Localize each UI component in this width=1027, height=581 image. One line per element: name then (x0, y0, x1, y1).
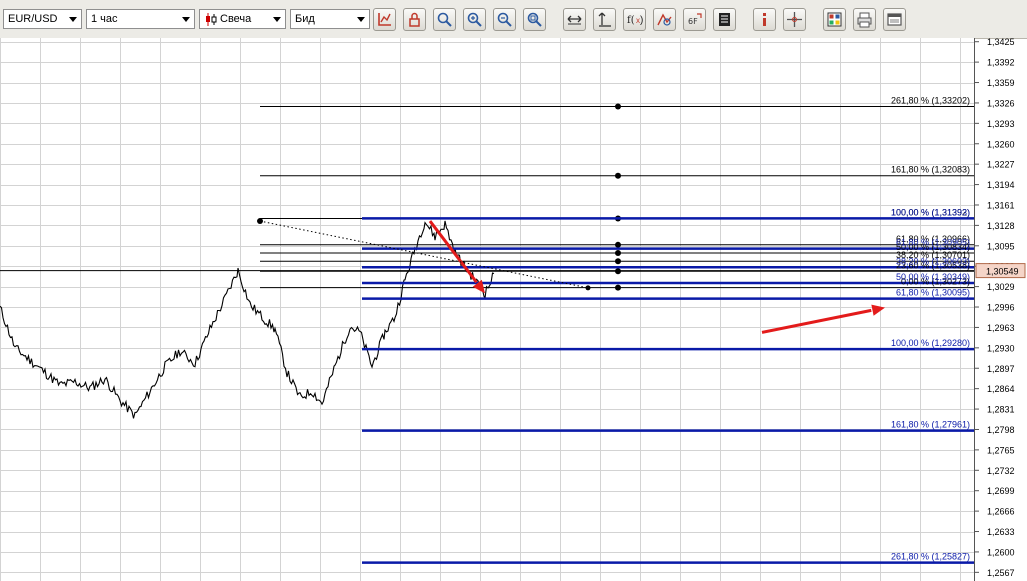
price-tick-label: 1,2831 (987, 405, 1015, 415)
price-tick-label: 1,2930 (987, 343, 1015, 353)
price-tick-label: 1,2765 (987, 445, 1015, 455)
price-tick-label: 1,3359 (987, 78, 1015, 88)
price-tick-label: 1,2567 (987, 568, 1015, 578)
horizontal-scale-button[interactable] (563, 8, 586, 31)
price-tick-label: 1,2897 (987, 364, 1015, 374)
price-tick-label: 1,3425 (987, 38, 1015, 47)
shapes-button[interactable] (653, 8, 676, 31)
price-tick-label: 1,3128 (987, 221, 1015, 231)
fib-lower-level-label: 38,20 % (1,30603) (896, 256, 970, 266)
price-tick-label: 1,3095 (987, 241, 1015, 251)
fib-lower-level-label: 161,80 % (1,27961) (891, 420, 970, 430)
plot-area (0, 38, 974, 581)
indicator-fx-button[interactable]: f(x) (623, 8, 646, 31)
chevron-down-icon (69, 17, 77, 22)
fib-upper-level-label: 261,80 % (1,33202) (891, 96, 970, 106)
window-icon (887, 13, 902, 26)
zoom-icon (437, 12, 452, 27)
fib-lower-level-label: 61,80 % (1,30095) (896, 288, 970, 298)
lock-button[interactable] (403, 8, 426, 31)
fib-upper-level-point (615, 172, 621, 179)
print-button[interactable] (853, 8, 876, 31)
price-tick-label: 1,2996 (987, 303, 1015, 313)
grid-layout-icon (827, 12, 842, 27)
timeframe-select[interactable]: 1 час (86, 9, 195, 29)
zoom-fit-icon (527, 12, 542, 27)
chevron-down-icon (357, 17, 365, 22)
vertical-scale-button[interactable] (593, 8, 616, 31)
fib-upper-level-point (615, 249, 621, 256)
zoom-in-button[interactable] (463, 8, 486, 31)
zoom-in-icon (467, 12, 482, 27)
chart-settings-icon (378, 13, 391, 26)
chevron-down-icon (273, 17, 281, 22)
zoom-out-icon (497, 12, 512, 27)
grid-layout-button[interactable] (823, 8, 846, 31)
price-tick-label: 1,2798 (987, 425, 1015, 435)
candle-icon (206, 13, 217, 26)
horizontal-scale-icon (567, 15, 582, 25)
chevron-down-icon (182, 17, 190, 22)
timeframe-value: 1 час (91, 13, 118, 25)
zoom-fit-button[interactable] (523, 8, 546, 31)
price-tick-label: 1,3029 (987, 282, 1015, 292)
chart-toolbar: EUR/USD 1 час Свеча Бид f(x) 6F (0, 0, 1027, 39)
price-tick-label: 1,3293 (987, 119, 1015, 129)
price-tick-label: 1,3161 (987, 200, 1015, 210)
trendline-end-point (585, 285, 591, 291)
lock-icon (409, 12, 420, 27)
svg-text:f(: f( (627, 15, 635, 26)
vertical-scale-icon (598, 12, 611, 27)
chart-settings-button[interactable] (373, 8, 396, 31)
fib-upper-level-point (615, 103, 621, 110)
info-button[interactable] (753, 8, 776, 31)
gf-tool-icon: 6F (688, 13, 702, 26)
fib-lower-level-label: 261,80 % (1,25827) (891, 552, 970, 562)
price-tick-label: 1,3227 (987, 160, 1015, 170)
current-price-label: 1,30549 (986, 267, 1019, 277)
svg-text:): ) (640, 15, 643, 26)
fib-upper-level-point (615, 258, 621, 265)
fib-upper-level-point (615, 268, 621, 275)
price-tick-label: 1,2666 (987, 507, 1015, 517)
fib-upper-level-label: 161,80 % (1,32083) (891, 165, 970, 175)
fib-lower-level-label: 61,80 % (1,30905) (896, 238, 970, 248)
crosshair-button[interactable] (783, 8, 806, 31)
chart-type-select[interactable]: Свеча (199, 9, 286, 29)
price-tick-label: 1,2633 (987, 527, 1015, 537)
price-tick-label: 1,2732 (987, 466, 1015, 476)
price-tick-label: 1,2864 (987, 384, 1015, 394)
price-tick-label: 1,3326 (987, 98, 1015, 108)
shapes-icon (657, 13, 672, 26)
svg-text:6F: 6F (688, 17, 698, 26)
price-chart[interactable]: 1,3425 1,3392 1,3359 1,3326 1,3293 1,3260 1,32… (0, 38, 1027, 581)
fib-lower-level-label: 100,00 % (1,29280) (891, 338, 970, 348)
symbol-value: EUR/USD (8, 13, 58, 25)
fib-lower-level-label: 50,00 % (1,30349) (896, 272, 970, 282)
zoom-button[interactable] (433, 8, 456, 31)
price-tick-label: 1,3392 (987, 58, 1015, 68)
gf-tool-button[interactable]: 6F (683, 8, 706, 31)
price-tick-label: 1,3260 (987, 139, 1015, 149)
price-tick-label: 1,2963 (987, 323, 1015, 333)
window-button[interactable] (883, 8, 906, 31)
notepad-icon (719, 13, 730, 26)
fib-upper-level-point (615, 284, 621, 291)
price-type-select[interactable]: Бид (290, 9, 370, 29)
price-type-value: Бид (295, 13, 315, 25)
info-icon (763, 13, 766, 26)
zoom-out-button[interactable] (493, 8, 516, 31)
indicator-fx-icon: f(x) (627, 15, 643, 26)
fib-upper-level-point (615, 241, 621, 248)
price-tick-label: 1,2699 (987, 486, 1015, 496)
price-tick-label: 1,3194 (987, 180, 1015, 190)
symbol-select[interactable]: EUR/USD (3, 9, 82, 29)
notepad-button[interactable] (713, 8, 736, 31)
price-tick-label: 1,2600 (987, 547, 1015, 557)
chart-type-value: Свеча (220, 13, 252, 25)
fib-lower-level-label: 100,00 % (1,31393) (891, 207, 970, 217)
print-icon (857, 12, 872, 28)
crosshair-icon (787, 12, 802, 27)
